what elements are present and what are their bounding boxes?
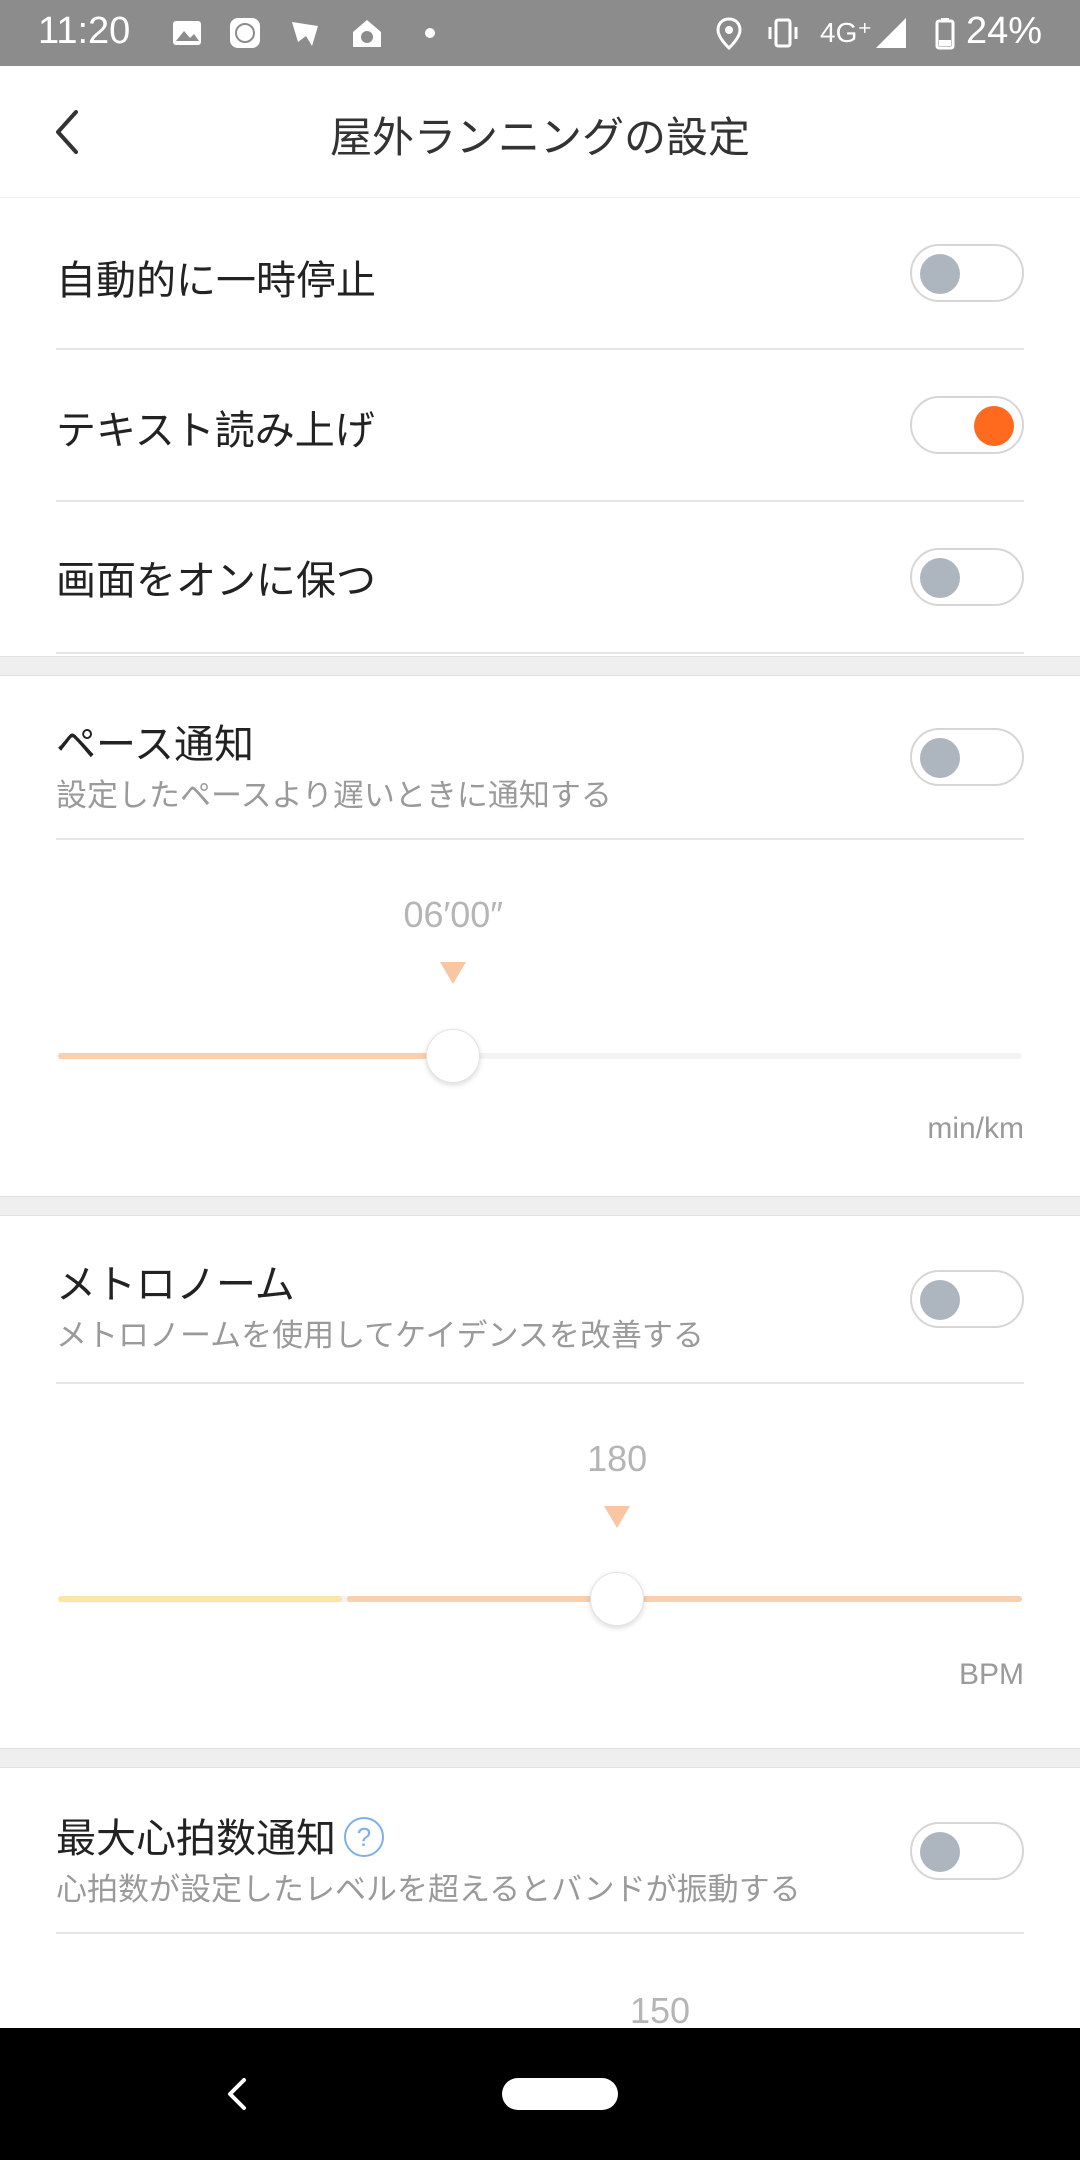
pace-alert-label: ペース通知 xyxy=(56,722,254,768)
metronome-label: メトロノーム xyxy=(56,1262,295,1308)
keep-screen-label: 画面をオンに保つ xyxy=(56,558,376,604)
metronome-value: 180 xyxy=(587,1438,648,1479)
section-gap xyxy=(0,1748,1080,1768)
setting-auto-pause: 自動的に一時停止 xyxy=(0,200,1080,350)
pace-alert-description: 設定したペースより遅いときに通知する xyxy=(56,778,612,814)
metronome-marker-icon xyxy=(604,1506,631,1528)
status-time: 11:20 xyxy=(38,10,131,52)
toggle-knob xyxy=(920,254,960,294)
mi-fit-notification-icon xyxy=(230,18,260,48)
setting-max-hr-alert: 最大心拍数通知? 心拍数が設定したレベルを超えるとバンドが振動する 150 xyxy=(0,1768,1080,2031)
toggle-knob xyxy=(920,1280,960,1320)
max-hr-toggle[interactable] xyxy=(910,1822,1024,1880)
pace-value: 06′00″ xyxy=(403,894,504,935)
setting-voice: テキスト読み上げ xyxy=(0,350,1080,500)
max-hr-description: 心拍数が設定したレベルを超えるとバンドが振動する xyxy=(56,1872,801,1908)
metronome-slider-fill-high xyxy=(347,1596,1022,1602)
metronome-toggle[interactable] xyxy=(910,1270,1024,1328)
toggle-knob xyxy=(920,1832,960,1872)
pace-alert-toggle[interactable] xyxy=(910,728,1024,786)
divider xyxy=(56,652,1024,654)
keep-screen-toggle[interactable] xyxy=(910,548,1024,606)
app-header: 屋外ランニングの設定 xyxy=(0,66,1080,198)
max-hr-label: 最大心拍数通知 xyxy=(56,1816,336,1862)
setting-pace-alert: ペース通知 設定したペースより遅いときに通知する 06′00″ min/km xyxy=(0,676,1080,1196)
pace-slider-track[interactable] xyxy=(58,1053,1022,1059)
toggle-knob xyxy=(920,738,960,778)
home-notification-icon xyxy=(353,20,381,47)
section-gap xyxy=(0,656,1080,676)
location-icon xyxy=(716,17,742,50)
voice-label: テキスト読み上げ xyxy=(56,408,375,454)
voice-toggle[interactable] xyxy=(910,396,1024,454)
metronome-slider-thumb[interactable] xyxy=(590,1572,645,1626)
divider xyxy=(56,838,1024,840)
more-notifications-icon xyxy=(425,28,435,38)
battery-percent: 24% xyxy=(965,10,1042,52)
pace-slider-thumb[interactable] xyxy=(426,1029,481,1083)
battery-icon xyxy=(935,18,955,50)
page-title: 屋外ランニングの設定 xyxy=(329,113,750,162)
setting-keep-screen: 画面をオンに保つ xyxy=(0,502,1080,652)
metronome-unit: BPM xyxy=(958,1658,1024,1691)
vibrate-icon xyxy=(768,18,798,48)
setting-metronome: メトロノーム メトロノームを使用してケイデンスを改善する 180 BPM xyxy=(0,1216,1080,1746)
nav-home-button[interactable] xyxy=(502,2078,618,2110)
network-type: 4G⁺ xyxy=(820,17,873,48)
nav-back-icon[interactable] xyxy=(222,2074,252,2114)
image-notification-icon xyxy=(173,21,201,45)
max-hr-value: 150 xyxy=(629,1990,691,2031)
toggle-knob xyxy=(974,406,1014,446)
divider xyxy=(56,1932,1024,1934)
help-icon[interactable]: ? xyxy=(344,1817,384,1857)
toggle-knob xyxy=(920,558,960,598)
signal-icon xyxy=(876,18,906,48)
auto-pause-toggle[interactable] xyxy=(910,244,1024,302)
pace-slider-fill xyxy=(58,1053,454,1059)
max-hr-label-group: 最大心拍数通知? xyxy=(56,1806,384,1864)
metronome-slider-fill-low xyxy=(58,1596,342,1602)
auto-pause-label: 自動的に一時停止 xyxy=(56,258,376,304)
metronome-slider-track[interactable] xyxy=(58,1596,1022,1602)
divider xyxy=(56,1382,1024,1384)
status-bar: 11:20 4G⁺ 24% xyxy=(0,0,1080,66)
navigation-bar xyxy=(0,2028,1080,2160)
section-gap xyxy=(0,1196,1080,1216)
pace-unit: min/km xyxy=(927,1112,1024,1145)
pace-marker-icon xyxy=(440,962,467,984)
metronome-description: メトロノームを使用してケイデンスを改善する xyxy=(56,1318,704,1354)
shield-notification-icon xyxy=(292,22,318,46)
